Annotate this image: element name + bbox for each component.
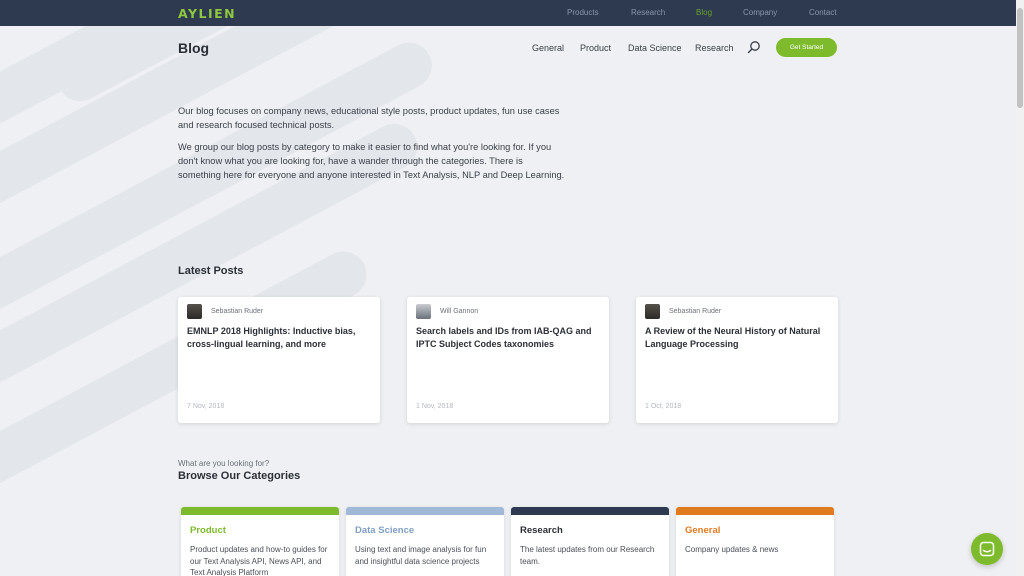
latest-posts-heading: Latest Posts	[178, 265, 244, 277]
post-date: 7 Nov, 2018	[187, 403, 225, 410]
chat-widget-button[interactable]	[971, 533, 1003, 565]
post-author: Will Gannon	[440, 308, 479, 315]
category-title: Data Science	[355, 525, 415, 536]
intro-paragraph-2: We group our blog posts by category to m…	[178, 142, 565, 180]
categories-heading: Browse Our Categories	[178, 470, 301, 482]
post-date: 1 Oct, 2018	[645, 403, 682, 410]
post-author: Sebastian Ruder	[669, 308, 722, 315]
subnav-general[interactable]: General	[532, 43, 564, 53]
topnav-contact[interactable]: Contact	[809, 8, 837, 17]
chat-icon	[979, 541, 995, 557]
post-title[interactable]: EMNLP 2018 Highlights: Inductive bias, c…	[187, 325, 373, 351]
author-avatar	[416, 304, 431, 319]
page-title: Blog	[178, 40, 210, 56]
category-color-bar	[181, 507, 339, 515]
topnav-company[interactable]: Company	[743, 8, 777, 17]
categories-eyebrow: What are you looking for?	[178, 459, 270, 468]
category-card-product[interactable]: Product Product updates and how-to guide…	[181, 507, 339, 576]
intro-text: Our blog focuses on company news, educat…	[178, 104, 568, 190]
author-avatar	[645, 304, 660, 319]
category-description: Company updates & news	[685, 545, 779, 554]
search-icon[interactable]	[747, 40, 761, 54]
category-card-data-science[interactable]: Data Science Using text and image analys…	[346, 507, 504, 576]
post-title[interactable]: A Review of the Neural History of Natura…	[645, 325, 831, 351]
post-card[interactable]: Sebastian Ruder A Review of the Neural H…	[636, 297, 838, 423]
topnav-blog[interactable]: Blog	[696, 8, 712, 17]
top-navbar: AYLIEN Products Research Blog Company Co…	[0, 0, 1016, 26]
subnav-product[interactable]: Product	[580, 43, 611, 53]
page-scrollbar[interactable]	[1016, 0, 1024, 576]
category-title: Product	[190, 525, 226, 536]
category-card-general[interactable]: General Company updates & news	[676, 507, 834, 576]
intro-paragraph-1: Our blog focuses on company news, educat…	[178, 106, 560, 130]
category-color-bar	[676, 507, 834, 515]
get-started-button[interactable]: Get Started	[776, 38, 837, 57]
aylien-logo[interactable]: AYLIEN	[178, 6, 236, 21]
category-color-bar	[511, 507, 669, 515]
post-date: 1 Nov, 2018	[416, 403, 454, 410]
author-avatar	[187, 304, 202, 319]
scrollbar-thumb[interactable]	[1017, 8, 1023, 108]
post-title[interactable]: Search labels and IDs from IAB-QAG and I…	[416, 325, 602, 351]
post-card[interactable]: Will Gannon Search labels and IDs from I…	[407, 297, 609, 423]
category-card-research[interactable]: Research The latest updates from our Res…	[511, 507, 669, 576]
post-card[interactable]: Sebastian Ruder EMNLP 2018 Highlights: I…	[178, 297, 380, 423]
subnav-research[interactable]: Research	[695, 43, 734, 53]
category-description: Using text and image analysis for fun an…	[355, 545, 487, 566]
category-title: General	[685, 525, 721, 536]
category-description: The latest updates from our Research tea…	[520, 545, 655, 566]
topnav-products[interactable]: Products	[567, 8, 599, 17]
topnav-research[interactable]: Research	[631, 8, 665, 17]
category-title: Research	[520, 525, 563, 536]
post-author: Sebastian Ruder	[211, 308, 264, 315]
subnav-data-science[interactable]: Data Science	[628, 43, 682, 53]
category-color-bar	[346, 507, 504, 515]
category-description: Product updates and how-to guides for ou…	[190, 545, 328, 576]
